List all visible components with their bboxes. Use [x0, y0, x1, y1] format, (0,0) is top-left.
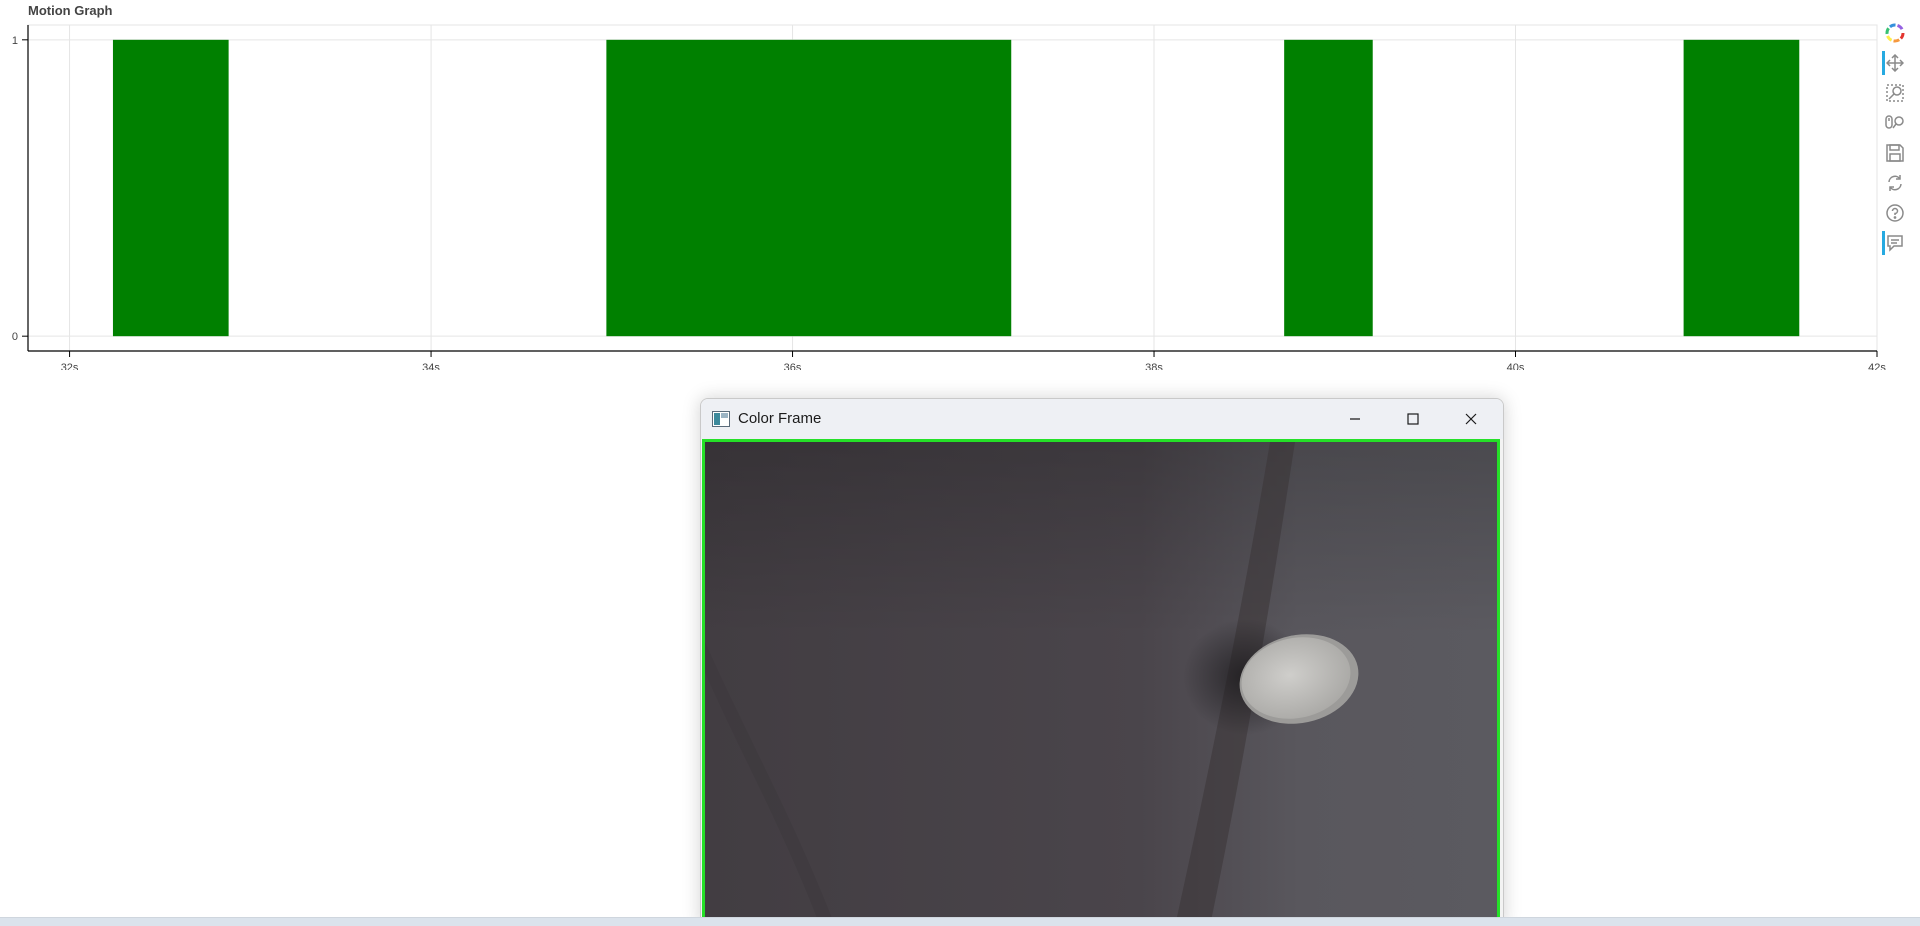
hover-icon[interactable]: [1880, 230, 1910, 256]
maximize-icon: [1407, 413, 1419, 425]
motion-bar: [1683, 39, 1800, 337]
y-tick-label: 0: [12, 331, 18, 343]
x-tick-label: 38s: [1145, 362, 1163, 370]
x-tick-label: 36s: [784, 362, 802, 370]
help-icon[interactable]: [1880, 200, 1910, 226]
bokeh-logo-icon[interactable]: [1880, 20, 1910, 46]
x-tick-label: 34s: [422, 362, 440, 370]
window-title: Color Frame: [738, 410, 822, 427]
motion-graph-svg: 32s 34s 36s 38s 40s 42s 0 1 Motion Graph: [12, 3, 1886, 370]
x-tick-label: 42s: [1868, 362, 1886, 370]
x-tick-label: 32s: [61, 362, 79, 370]
plot-toolbar: [1880, 20, 1910, 260]
maximize-button[interactable]: [1384, 399, 1442, 439]
pan-icon[interactable]: [1880, 50, 1910, 76]
box-zoom-icon[interactable]: [1880, 80, 1910, 106]
opencv-window-icon: [712, 411, 730, 427]
camera-frame: [702, 439, 1500, 926]
motion-graph-plot: 32s 34s 36s 38s 40s 42s 0 1 Motion Graph: [0, 0, 1920, 370]
close-icon: [1465, 413, 1477, 425]
camera-image: [705, 442, 1497, 926]
minimize-button[interactable]: [1326, 399, 1384, 439]
y-tick-label: 1: [12, 35, 18, 47]
motion-bar: [606, 39, 1012, 337]
x-tick-label: 40s: [1507, 362, 1525, 370]
window-titlebar[interactable]: Color Frame: [701, 399, 1503, 439]
wheel-zoom-icon[interactable]: [1880, 110, 1910, 136]
close-button[interactable]: [1442, 399, 1500, 439]
chart-title: Motion Graph: [28, 3, 113, 18]
save-icon[interactable]: [1880, 140, 1910, 166]
motion-bar: [112, 39, 229, 337]
color-frame-window: Color Frame: [700, 398, 1504, 926]
minimize-icon: [1350, 418, 1360, 420]
motion-bar: [1284, 39, 1373, 337]
reset-icon[interactable]: [1880, 170, 1910, 196]
